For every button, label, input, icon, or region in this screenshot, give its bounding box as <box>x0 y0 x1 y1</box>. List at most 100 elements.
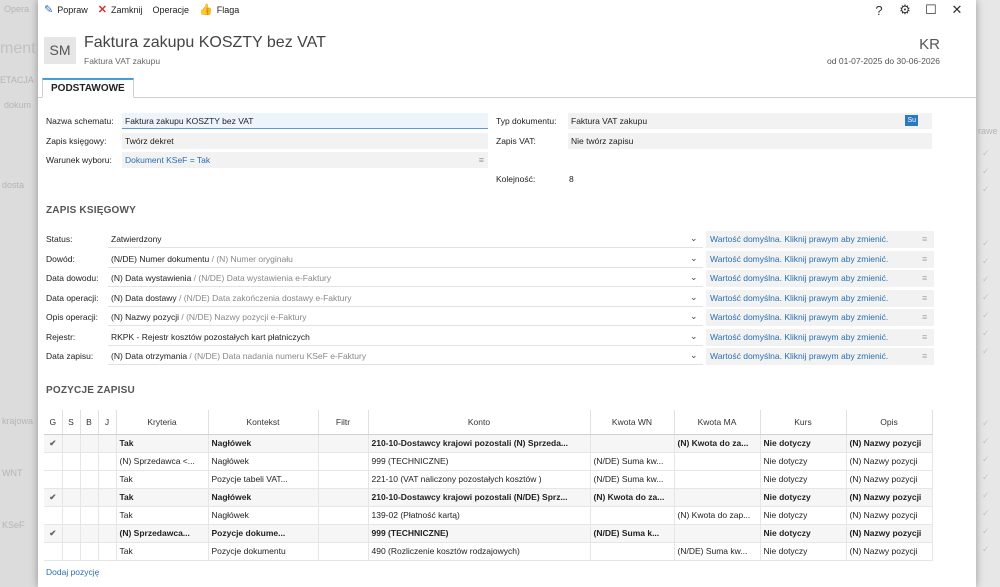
menu-icon[interactable]: ≡ <box>922 293 927 303</box>
table-row[interactable]: ✔ Tak Nagłówek 210-10-Dostawcy krajowi pozo… <box>44 488 933 507</box>
check-icon: ✓ <box>982 184 990 194</box>
ledger-field-select[interactable]: Zatwierdzony <box>108 231 703 248</box>
table-cell-wn: (N) Kwota do za... <box>590 488 675 507</box>
ledger-field-select[interactable]: RKPK - Rejestr kosztów pozostałych kart … <box>108 328 703 346</box>
doc-type-field[interactable]: Faktura VAT zakupu Su <box>568 113 932 129</box>
column-header[interactable]: J <box>98 410 117 435</box>
default-value-hint[interactable]: Wartość domyślna. Kliknij prawym aby zmi… <box>706 309 934 326</box>
table-row[interactable]: ✔ (N) Sprzedawca... Pozycje dokume... 999 (… <box>44 524 933 543</box>
help-icon[interactable]: ? <box>866 3 892 18</box>
table-row[interactable]: Tak Pozycje dokumentu 490 (Rozliczenie kos… <box>44 542 933 561</box>
ledger-field-select[interactable]: (N) Nazwy pozycji / (N/DE) Nazwy pozycji… <box>108 309 703 326</box>
column-header[interactable]: Konto <box>368 410 591 435</box>
edit-button[interactable]: ✎ Popraw <box>44 0 88 20</box>
ledger-field-label: Dowód: <box>46 253 75 264</box>
ledger-field-select[interactable]: (N) Data wystawienia / (N/DE) Data wysta… <box>108 270 703 287</box>
tab-basic[interactable]: PODSTAWOWE <box>42 78 134 98</box>
vat-entry-row: Zapis VAT: <box>496 133 536 149</box>
table-row[interactable]: ✔ Tak Nagłówek 210-10-Dostawcy krajowi pozo… <box>44 434 933 453</box>
condition-field[interactable]: Dokument KSeF = Tak ≡ <box>122 152 488 168</box>
default-value-hint[interactable]: Wartość domyślna. Kliknij prawym aby zmi… <box>706 231 934 248</box>
column-header[interactable]: Kurs <box>760 410 847 435</box>
column-header[interactable]: Opis <box>846 410 933 435</box>
chevron-down-icon[interactable]: ⌄ <box>690 350 698 361</box>
column-header[interactable]: B <box>80 410 99 435</box>
schema-name-field[interactable]: Faktura zakupu KOSZTY bez VAT <box>122 113 488 129</box>
add-position-link[interactable]: Dodaj pozycję <box>46 567 99 577</box>
menu-icon[interactable]: ≡ <box>922 351 927 361</box>
doc-type-badge[interactable]: Su <box>905 115 918 126</box>
avatar: SM <box>44 37 76 64</box>
flag-cell <box>62 434 81 453</box>
check-icon <box>44 452 63 471</box>
ledger-field-secondary: / (N/DE) Nazwy pozycji e-Faktury <box>179 312 307 322</box>
close-document-button[interactable]: ✕ Zamknij <box>98 0 143 20</box>
flag-cell <box>80 488 99 507</box>
default-value-hint[interactable]: Wartość domyślna. Kliknij prawym aby zmi… <box>706 328 934 346</box>
ledger-field-row: Status: Zatwierdzony ⌄ Wartość domyślna. Kl… <box>38 231 976 248</box>
table-cell-kontekst: Pozycje dokume... <box>208 524 319 543</box>
column-header[interactable]: Kwota MA <box>674 410 761 435</box>
table-header: G S B J Kryteria Kontekst Filtr Konto Kwota WN Kw… <box>44 410 933 435</box>
ledger-entry-field[interactable]: Twórz dekret <box>122 133 488 149</box>
chevron-down-icon[interactable]: ⌄ <box>690 253 698 264</box>
table-cell-wn <box>590 542 675 561</box>
vat-entry-field[interactable]: Nie twórz zapisu <box>568 133 932 149</box>
column-header[interactable]: Kontekst <box>208 410 319 435</box>
column-header[interactable]: G <box>44 410 63 435</box>
table-cell-konto: 210-10-Dostawcy krajowi pozostali (N/DE)… <box>368 488 591 507</box>
default-value-hint[interactable]: Wartość domyślna. Kliknij prawym aby zmi… <box>706 270 934 287</box>
gear-icon[interactable]: ⚙ <box>892 2 918 18</box>
check-icon: ✓ <box>982 328 990 338</box>
menu-icon[interactable]: ≡ <box>479 152 484 168</box>
close-button-label: Zamknij <box>110 5 143 15</box>
chevron-down-icon[interactable]: ⌄ <box>690 292 698 303</box>
background-text: rawe <box>978 126 998 136</box>
condition-row: Warunek wyboru: <box>46 152 112 168</box>
ledger-field-select[interactable]: (N) Data otrzymania / (N/DE) Data nadani… <box>108 348 703 365</box>
default-value-hint[interactable]: Wartość domyślna. Kliknij prawym aby zmi… <box>706 250 934 268</box>
menu-icon[interactable]: ≡ <box>922 234 927 244</box>
menu-icon[interactable]: ≡ <box>922 332 927 342</box>
chevron-down-icon[interactable]: ⌄ <box>690 272 698 283</box>
column-header[interactable]: S <box>62 410 81 435</box>
chevron-down-icon[interactable]: ⌄ <box>690 311 698 322</box>
maximize-icon[interactable]: ☐ <box>918 2 944 18</box>
condition-label: Warunek wyboru: <box>46 155 112 165</box>
column-header[interactable]: Kwota WN <box>590 410 675 435</box>
table-cell-kryteria: (N) Sprzedawca <... <box>116 452 209 471</box>
menu-icon[interactable]: ≡ <box>922 312 927 322</box>
table-row[interactable]: Tak Pozycje tabeli VAT... 221-10 (VAT nali… <box>44 470 933 489</box>
table-cell-opis: (N) Nazwy pozycji <box>846 470 933 489</box>
close-window-icon[interactable]: ✕ <box>944 2 970 18</box>
background-text: dokum <box>4 100 32 110</box>
ledger-field-select[interactable]: (N) Data dostawy / (N/DE) Data zakończen… <box>108 289 703 307</box>
table-row[interactable]: Tak Nagłówek 139-02 (Płatność kartą) (N) Kw… <box>44 506 933 525</box>
toolbar: ✎ Popraw ✕ Zamknij Operacje 👍 Flaga ? ⚙ … <box>38 0 976 20</box>
table-cell-kurs: Nie dotyczy <box>760 542 847 561</box>
background-text: dosta <box>2 180 25 190</box>
menu-icon[interactable]: ≡ <box>922 254 927 264</box>
column-header[interactable]: Filtr <box>318 410 369 435</box>
operations-button[interactable]: Operacje <box>152 0 189 20</box>
flag-cell <box>98 470 117 489</box>
positions-section-title: POZYCJE ZAPISU <box>46 385 135 396</box>
check-icon: ✓ <box>982 418 990 428</box>
ledger-field-secondary: / (N/DE) Data nadania numeru KSeF e-Fakt… <box>187 351 367 361</box>
order-row: Kolejność: <box>496 171 535 187</box>
flag-cell <box>80 506 99 525</box>
flag-cell <box>62 470 81 489</box>
chevron-down-icon[interactable]: ⌄ <box>690 233 698 244</box>
flag-button[interactable]: 👍 Flaga <box>199 0 239 20</box>
menu-icon[interactable]: ≡ <box>922 273 927 283</box>
table-row[interactable]: (N) Sprzedawca <... Nagłówek 999 (TECHNICZ… <box>44 452 933 471</box>
chevron-down-icon[interactable]: ⌄ <box>690 331 698 342</box>
ledger-field-select[interactable]: (N/DE) Numer dokumentu / (N) Numer orygi… <box>108 250 703 268</box>
column-header[interactable]: Kryteria <box>116 410 209 435</box>
default-value-hint[interactable]: Wartość domyślna. Kliknij prawym aby zmi… <box>706 289 934 307</box>
ledger-field-row: Data zapisu: (N) Data otrzymania / (N/DE)… <box>38 348 976 365</box>
table-cell-kurs: Nie dotyczy <box>760 524 847 543</box>
default-value-hint[interactable]: Wartość domyślna. Kliknij prawym aby zmi… <box>706 348 934 365</box>
table-cell-kryteria: Tak <box>116 506 209 525</box>
check-icon: ✓ <box>982 472 990 482</box>
